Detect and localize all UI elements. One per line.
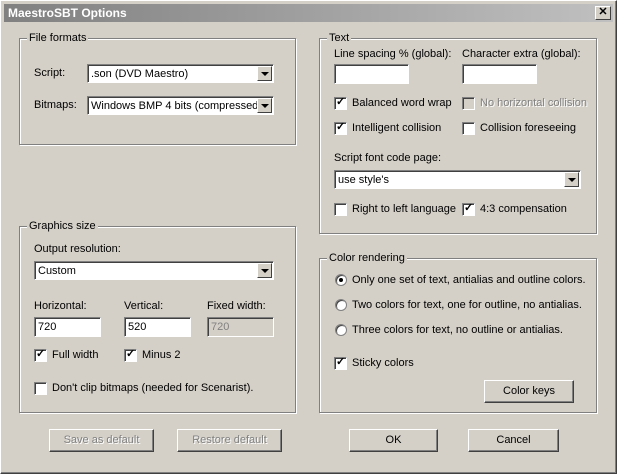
char-extra-input[interactable] (462, 64, 537, 84)
bitmaps-select-value: Windows BMP 4 bits (compressed) (91, 100, 262, 112)
dont-clip-checkbox[interactable] (34, 382, 47, 395)
ok-button[interactable]: OK (349, 429, 438, 452)
chevron-down-icon[interactable] (257, 66, 272, 81)
restore-default-button: Restore default (177, 429, 282, 452)
checkmark-icon: ✓ (336, 121, 346, 133)
chevron-down-icon[interactable] (564, 172, 579, 187)
sticky-colors-label[interactable]: Sticky colors (352, 357, 414, 369)
cancel-button[interactable]: Cancel (468, 429, 559, 452)
no-horizontal-collision-checkbox (462, 97, 475, 110)
checkmark-icon: ✓ (336, 96, 346, 108)
horizontal-input[interactable] (34, 317, 101, 337)
script-select[interactable]: .son (DVD Maestro) (87, 64, 274, 83)
intelligent-collision-checkbox[interactable]: ✓ (334, 121, 347, 135)
output-resolution-value: Custom (38, 265, 76, 277)
line-spacing-input[interactable] (334, 64, 409, 84)
checkmark-icon: ✓ (36, 348, 46, 360)
checkmark-icon: ✓ (126, 348, 136, 360)
code-page-value: use style's (338, 174, 390, 186)
collision-foreseeing-checkbox[interactable] (462, 122, 475, 135)
radio-two-colors-label[interactable]: Two colors for text, one for outline, no… (352, 299, 582, 311)
script-label: Script: (34, 67, 66, 79)
chevron-down-icon[interactable] (257, 98, 272, 113)
output-resolution-label: Output resolution: (34, 243, 121, 255)
right-to-left-label[interactable]: Right to left language (352, 203, 456, 215)
radio-two-colors[interactable] (335, 299, 347, 311)
balanced-word-wrap-label[interactable]: Balanced word wrap (352, 97, 452, 109)
code-page-select[interactable]: use style's (334, 170, 581, 189)
intelligent-collision-label[interactable]: Intelligent collision (352, 122, 441, 134)
close-button[interactable]: ✕ (595, 6, 611, 20)
collision-foreseeing-label[interactable]: Collision foreseeing (480, 122, 576, 134)
char-extra-label: Character extra (global): (462, 48, 581, 60)
color-keys-button[interactable]: Color keys (484, 380, 574, 403)
radio-one-set[interactable] (335, 274, 347, 286)
close-icon: ✕ (598, 6, 608, 18)
code-page-label: Script font code page: (334, 152, 442, 164)
bitmaps-select[interactable]: Windows BMP 4 bits (compressed) (87, 96, 274, 115)
right-to-left-checkbox[interactable] (334, 203, 347, 216)
compensation-label[interactable]: 4:3 compensation (480, 203, 567, 215)
radio-one-set-label[interactable]: Only one set of text, antialias and outl… (352, 274, 586, 286)
compensation-checkbox[interactable]: ✓ (462, 202, 475, 216)
radio-selected-dot (339, 278, 343, 282)
text-legend: Text (327, 32, 352, 44)
radio-three-colors[interactable] (335, 324, 347, 336)
checkmark-icon: ✓ (336, 356, 346, 368)
fixed-width-label: Fixed width: (207, 300, 266, 312)
title-bar: MaestroSBT Options ✕ (4, 4, 613, 22)
minus-2-checkbox[interactable]: ✓ (124, 348, 137, 362)
script-select-value: .son (DVD Maestro) (91, 68, 189, 80)
bitmaps-label: Bitmaps: (34, 99, 77, 111)
no-horizontal-collision-label: No horizontal collision (480, 97, 587, 109)
sticky-colors-checkbox[interactable]: ✓ (334, 356, 347, 370)
file-formats-group: File formats (19, 32, 296, 145)
output-resolution-select[interactable]: Custom (34, 261, 274, 280)
file-formats-legend: File formats (27, 32, 89, 44)
full-width-checkbox[interactable]: ✓ (34, 348, 47, 362)
radio-three-colors-label[interactable]: Three colors for text, no outline or ant… (352, 324, 563, 336)
checkmark-icon: ✓ (464, 202, 474, 214)
save-as-default-button: Save as default (49, 429, 154, 452)
options-dialog: MaestroSBT Options ✕ File formats Script… (0, 0, 617, 474)
horizontal-label: Horizontal: (34, 300, 87, 312)
balanced-word-wrap-checkbox[interactable]: ✓ (334, 96, 347, 110)
fixed-width-input (207, 317, 274, 337)
dont-clip-label[interactable]: Don't clip bitmaps (needed for Scenarist… (52, 382, 253, 394)
graphics-size-legend: Graphics size (27, 220, 98, 232)
chevron-down-icon[interactable] (257, 263, 272, 278)
line-spacing-label: Line spacing % (global): (334, 48, 452, 60)
window-title: MaestroSBT Options (8, 6, 127, 20)
vertical-label: Vertical: (124, 300, 164, 312)
full-width-label[interactable]: Full width (52, 349, 98, 361)
color-rendering-legend: Color rendering (327, 252, 407, 264)
minus-2-label[interactable]: Minus 2 (142, 349, 181, 361)
vertical-input[interactable] (124, 317, 191, 337)
